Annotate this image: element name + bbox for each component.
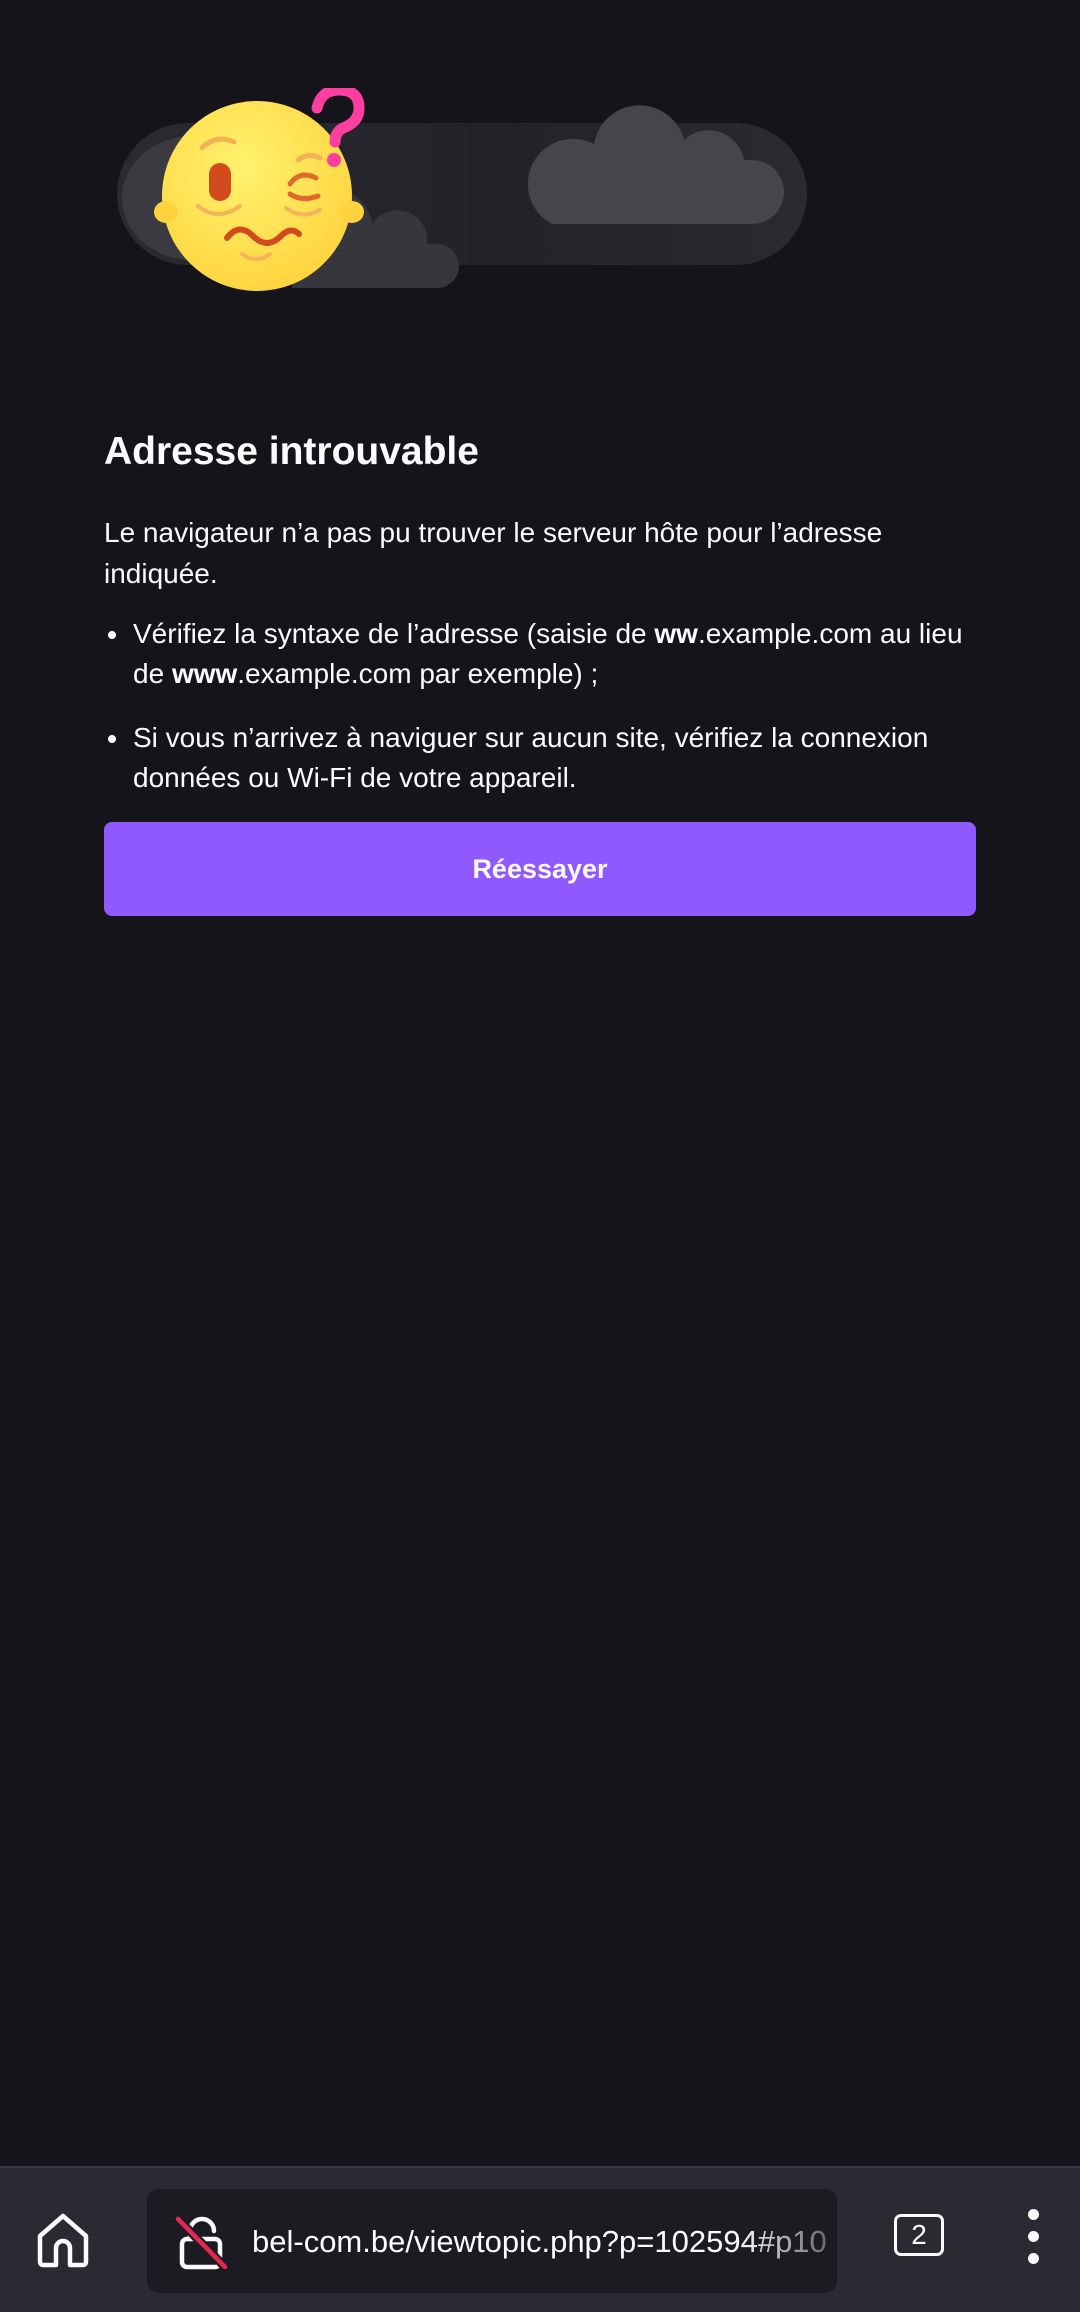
three-dot-menu-icon[interactable] [1016,2204,1052,2270]
home-icon[interactable] [30,2206,96,2272]
menu-dot [1028,2231,1039,2242]
error-description: Le navigateur n’a pas pu trouver le serv… [104,517,883,589]
error-page: Adresse introuvable Le navigateur n’a pa… [0,0,1080,2312]
tip-check-address: Vérifiez la syntaxe de l’adresse (saisie… [104,614,976,694]
error-title: Adresse introuvable [104,430,479,473]
tip-bold-ww: ww [654,618,698,649]
tab-counter-button[interactable]: 2 [894,2214,944,2256]
menu-dot [1028,2253,1039,2264]
error-content: Adresse introuvable Le navigateur n’a pa… [104,422,976,916]
tip-text: Vérifiez la syntaxe de l’adresse (saisie… [133,618,655,649]
error-tips-list: Vérifiez la syntaxe de l’adresse (saisie… [104,614,976,798]
browser-toolbar: bel-com.be/viewtopic.php?p=102594#p10259… [0,2166,1080,2312]
tip-text: .example.com par exemple) ; [237,658,599,689]
insecure-lock-icon[interactable] [173,2213,231,2271]
menu-dot [1028,2209,1039,2220]
confused-face-illustration [117,88,807,291]
tip-check-connection: Si vous n’arrivez à naviguer sur aucun s… [104,718,976,798]
tip-bold-www: www [171,658,238,689]
url-bar[interactable]: bel-com.be/viewtopic.php?p=102594#p10259… [147,2189,837,2293]
retry-button[interactable]: Réessayer [104,822,976,916]
url-text[interactable]: bel-com.be/viewtopic.php?p=102594#p10259… [252,2222,827,2262]
